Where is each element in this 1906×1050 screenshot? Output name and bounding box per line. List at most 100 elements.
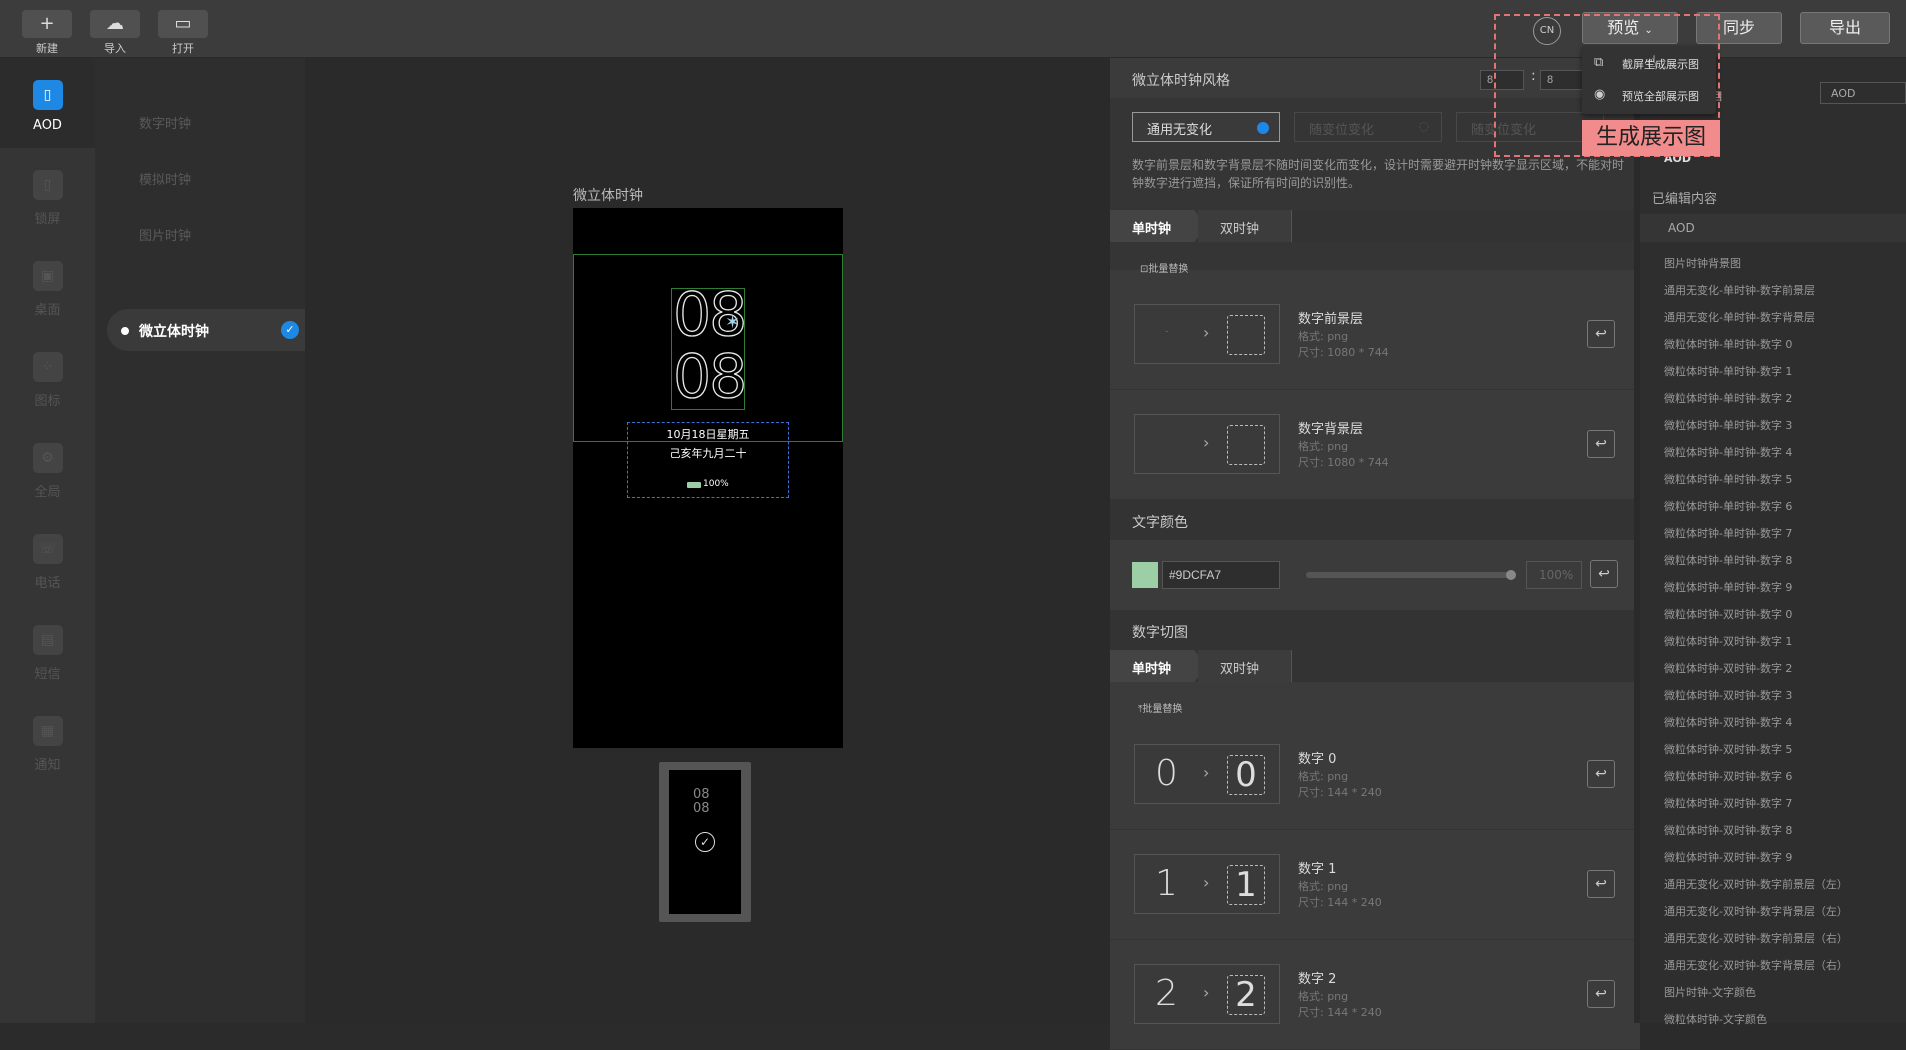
bullet-icon bbox=[121, 327, 129, 335]
layer-thumb[interactable]: › bbox=[1134, 414, 1280, 474]
edited-list-item[interactable]: 微粒体时钟-单时钟-数字 4 bbox=[1664, 444, 1792, 460]
arrow-right-icon: › bbox=[1203, 763, 1210, 782]
edited-list-item[interactable]: 微粒体时钟-双时钟-数字 4 bbox=[1664, 714, 1792, 730]
edited-list-item[interactable]: 微粒体时钟-双时钟-数字 5 bbox=[1664, 741, 1792, 757]
edited-list-item[interactable]: 微粒体时钟-双时钟-数字 1 bbox=[1664, 633, 1792, 649]
text-color-header: 文字颜色 bbox=[1110, 500, 1640, 540]
edited-list-item[interactable]: 微粒体时钟-单时钟-数字 5 bbox=[1664, 471, 1792, 487]
tab-double-clock-2[interactable]: 双时钟 bbox=[1198, 650, 1292, 682]
digit-thumb[interactable]: 0 › 0 bbox=[1134, 744, 1280, 804]
group-aod[interactable]: AOD bbox=[1640, 214, 1906, 242]
radio-icon: ◌ bbox=[1418, 119, 1429, 133]
edited-list-item[interactable]: 微粒体时钟-文字颜色 bbox=[1664, 1011, 1767, 1027]
batch-replace-button-2[interactable]: ⤒批量替换 bbox=[1138, 700, 1182, 715]
thumbnail-preview[interactable]: 08 08 ✓ bbox=[659, 762, 751, 922]
color-hex-input[interactable] bbox=[1162, 561, 1280, 589]
date-text: 10月18日星期五 bbox=[666, 428, 750, 441]
edited-list-item[interactable]: 微粒体时钟-单时钟-数字 0 bbox=[1664, 336, 1792, 352]
open-button[interactable]: ▭ 打开 bbox=[158, 10, 208, 55]
opacity-slider[interactable] bbox=[1306, 572, 1512, 578]
nav-item-desktop[interactable]: ▣ 桌面 bbox=[0, 239, 95, 329]
layer-thumb[interactable]: · › bbox=[1134, 304, 1280, 364]
edited-list-item[interactable]: 微粒体时钟-单时钟-数字 2 bbox=[1664, 390, 1792, 406]
left-nav: ▯ AOD ▯ 锁屏 ▣ 桌面 ⁘ 图标 ⚙ 全局 ☏ 电话 ▤ 短信 ▦ 通知 bbox=[0, 58, 95, 1023]
edited-list-item[interactable]: 微粒体时钟-双时钟-数字 2 bbox=[1664, 660, 1792, 676]
edited-list-item[interactable]: 微粒体时钟-双时钟-数字 9 bbox=[1664, 849, 1792, 865]
nav-item-phone[interactable]: ☏ 电话 bbox=[0, 512, 95, 602]
new-button[interactable]: + 新建 bbox=[22, 10, 72, 55]
digit-slices-header: 数字切图 bbox=[1110, 610, 1640, 650]
edited-list-item[interactable]: 微粒体时钟-单时钟-数字 1 bbox=[1664, 363, 1792, 379]
tab-single-clock-2[interactable]: 单时钟 bbox=[1110, 650, 1206, 682]
battery-text: 100% bbox=[703, 479, 729, 489]
nav-item-icons[interactable]: ⁘ 图标 bbox=[0, 330, 95, 420]
edited-list-item[interactable]: 微粒体时钟-双时钟-数字 8 bbox=[1664, 822, 1792, 838]
batch-replace-button[interactable]: ⊡批量替换 bbox=[1140, 260, 1188, 275]
edited-list-item[interactable]: 通用无变化-双时钟-数字前景层（右） bbox=[1664, 930, 1848, 946]
nav-item-sms[interactable]: ▤ 短信 bbox=[0, 603, 95, 693]
nav-item-lock[interactable]: ▯ 锁屏 bbox=[0, 148, 95, 238]
edited-list-item[interactable]: 微粒体时钟-双时钟-数字 7 bbox=[1664, 795, 1792, 811]
edited-list-item[interactable]: 微粒体时钟-单时钟-数字 9 bbox=[1664, 579, 1792, 595]
color-swatch[interactable] bbox=[1132, 562, 1158, 588]
edited-list-item[interactable]: 微粒体时钟-单时钟-数字 8 bbox=[1664, 552, 1792, 568]
opacity-slider-handle[interactable] bbox=[1506, 570, 1516, 580]
edited-list-item[interactable]: 微粒体时钟-单时钟-数字 7 bbox=[1664, 525, 1792, 541]
property-panel: 微立体时钟风格 : 通用无变化 随变位变化 ◌ 随变位变化 数字前景层和数字背景… bbox=[1110, 58, 1640, 1050]
digit-row-1: 1 › 1 数字 1 格式: png 尺寸: 144 * 240 ↩ bbox=[1110, 830, 1640, 940]
import-icon: ☁ bbox=[90, 10, 140, 38]
phone-preview[interactable]: 08 08 ✶ 10月18日星期五 己亥年九月二十 100% bbox=[573, 208, 843, 748]
undo-icon[interactable]: ↩ bbox=[1587, 870, 1615, 898]
gear-icon: ⚙ bbox=[32, 443, 63, 473]
digits-bottom: 08 bbox=[672, 341, 748, 412]
desktop-icon: ▣ bbox=[32, 261, 63, 291]
edited-list-item[interactable]: 通用无变化-双时钟-数字背景层（右） bbox=[1664, 957, 1848, 973]
style-description: 数字前景层和数字背景层不随时间变化而变化，设计时需要避开时钟数字显示区域，不能对… bbox=[1132, 158, 1625, 190]
edited-list-item[interactable]: 通用无变化-单时钟-数字前景层 bbox=[1664, 282, 1815, 298]
tab-single-clock[interactable]: 单时钟 bbox=[1110, 210, 1206, 242]
nav-item-global[interactable]: ⚙ 全局 bbox=[0, 421, 95, 511]
digit-row-0: 0 › 0 数字 0 格式: png 尺寸: 144 * 240 ↩ bbox=[1110, 720, 1640, 830]
edited-list-item[interactable]: 通用无变化-双时钟-数字前景层（左） bbox=[1664, 876, 1848, 892]
undo-icon[interactable]: ↩ bbox=[1587, 320, 1615, 348]
nav-item-notify[interactable]: ▦ 通知 bbox=[0, 694, 95, 784]
digit-thumb[interactable]: 1 › 1 bbox=[1134, 854, 1280, 914]
tab-double-clock[interactable]: 双时钟 bbox=[1198, 210, 1292, 242]
thumbnail-digits: 08 bbox=[693, 787, 710, 802]
folder-icon: ▭ bbox=[158, 10, 208, 38]
edited-list-item[interactable]: 图片时钟-文字颜色 bbox=[1664, 984, 1756, 1000]
lunar-text: 己亥年九月二十 bbox=[669, 447, 747, 460]
digit-thumb[interactable]: 2 › 2 bbox=[1134, 964, 1280, 1024]
edited-list-item[interactable]: 微粒体时钟-双时钟-数字 0 bbox=[1664, 606, 1792, 622]
edited-list-item[interactable]: 通用无变化-双时钟-数字背景层（左） bbox=[1664, 903, 1848, 919]
export-button[interactable]: 导出 bbox=[1800, 12, 1890, 44]
subnav-image[interactable]: 图片时钟 bbox=[139, 225, 191, 244]
radio-selected-icon bbox=[1257, 122, 1269, 134]
edited-list-item[interactable]: 微粒体时钟-双时钟-数字 6 bbox=[1664, 768, 1792, 784]
edited-list-item[interactable]: 图片时钟背景图 bbox=[1664, 255, 1741, 271]
style-option-2[interactable]: 随变位变化 ◌ bbox=[1294, 112, 1442, 142]
undo-icon[interactable]: ↩ bbox=[1587, 760, 1615, 788]
phone-call-icon: ☏ bbox=[32, 534, 63, 564]
subnav-analog[interactable]: 模拟时钟 bbox=[139, 169, 191, 188]
plus-icon: + bbox=[22, 10, 72, 38]
message-icon: ▤ bbox=[32, 625, 63, 655]
undo-icon[interactable]: ↩ bbox=[1587, 980, 1615, 1008]
scope-select[interactable]: AOD bbox=[1820, 82, 1906, 104]
check-icon: ✓ bbox=[281, 321, 299, 339]
edited-content-panel: 目 AOD AOD 已编辑内容 AOD 图片时钟背景图 通用无变化-单时钟-数字前… bbox=[1640, 58, 1906, 1026]
edited-list-item[interactable]: 微粒体时钟-双时钟-数字 3 bbox=[1664, 687, 1792, 703]
grid-icon: ⁘ bbox=[32, 352, 63, 382]
color-undo-icon[interactable]: ↩ bbox=[1590, 560, 1618, 588]
subnav-digital[interactable]: 数字时钟 bbox=[139, 113, 191, 132]
nav-item-aod[interactable]: ▯ AOD bbox=[0, 58, 95, 148]
undo-icon[interactable]: ↩ bbox=[1587, 430, 1615, 458]
edited-list-item[interactable]: 微粒体时钟-单时钟-数字 6 bbox=[1664, 498, 1792, 514]
edited-list-item[interactable]: 通用无变化-单时钟-数字背景层 bbox=[1664, 309, 1815, 325]
opacity-input[interactable]: 100% bbox=[1526, 561, 1582, 589]
edited-list-item[interactable]: 微粒体时钟-单时钟-数字 3 bbox=[1664, 417, 1792, 433]
phone-icon: ▯ bbox=[32, 80, 63, 110]
subnav-micro3d[interactable]: 微立体时钟 ✓ bbox=[107, 309, 305, 351]
style-option-none[interactable]: 通用无变化 bbox=[1132, 112, 1280, 142]
import-button[interactable]: ☁ 导入 bbox=[90, 10, 140, 55]
